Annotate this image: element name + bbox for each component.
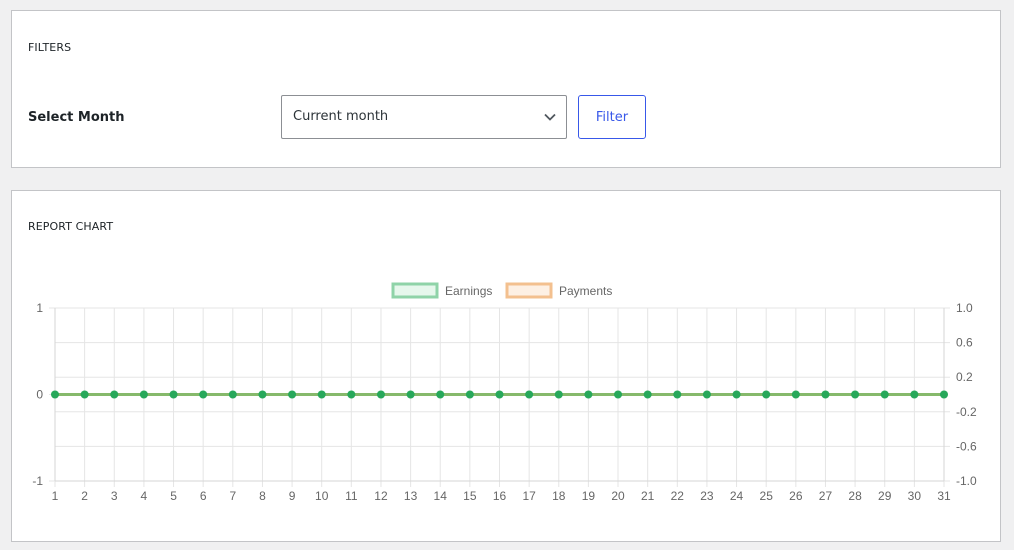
x-tick-label: 1: [52, 489, 59, 503]
select-month-label: Select Month: [28, 110, 125, 125]
earnings-point[interactable]: [554, 390, 563, 399]
earnings-point[interactable]: [465, 390, 474, 399]
x-tick-label: 11: [345, 489, 358, 503]
earnings-point[interactable]: [791, 390, 800, 399]
earnings-point[interactable]: [376, 390, 385, 399]
x-tick-label: 2: [81, 489, 88, 503]
earnings-point[interactable]: [199, 390, 208, 399]
earnings-point[interactable]: [495, 390, 504, 399]
x-tick-label: 5: [170, 489, 177, 503]
earnings-point[interactable]: [258, 390, 267, 399]
earnings-point[interactable]: [406, 390, 415, 399]
report-chart: 10-11.00.60.2-0.2-0.6-1.01 2 3 4 5 6 7 8 9 10 11 12…: [32, 282, 977, 503]
earnings-point[interactable]: [732, 390, 741, 399]
x-tick-label: 15: [463, 489, 477, 503]
y-right-tick-label: 0.2: [956, 370, 973, 384]
earnings-point[interactable]: [169, 390, 178, 399]
earnings-point[interactable]: [110, 390, 119, 399]
y-left-tick-label: 1: [36, 301, 43, 315]
x-tick-label: 16: [493, 489, 507, 503]
y-right-tick-label: 0.6: [956, 336, 973, 350]
chevron-down-icon: [544, 113, 556, 121]
earnings-point[interactable]: [525, 390, 534, 399]
x-tick-label: 26: [789, 489, 803, 503]
earnings-point[interactable]: [347, 390, 356, 399]
earnings-point[interactable]: [821, 390, 830, 399]
legend-item-earnings[interactable]: Earnings: [391, 282, 492, 299]
earnings-point[interactable]: [702, 390, 711, 399]
earnings-point[interactable]: [51, 390, 59, 399]
month-select-value: Current month: [293, 109, 389, 124]
x-tick-label: 30: [908, 489, 922, 503]
x-tick-label: 6: [200, 489, 207, 503]
earnings-point[interactable]: [643, 390, 652, 399]
x-tick-label: 28: [848, 489, 862, 503]
earnings-point[interactable]: [880, 390, 889, 399]
earnings-point[interactable]: [228, 390, 237, 399]
legend-swatch-payments: [505, 282, 553, 299]
x-tick-label: 3: [111, 489, 118, 503]
x-tick-label: 10: [315, 489, 329, 503]
y-right-tick-label: -0.2: [956, 405, 977, 419]
earnings-point[interactable]: [436, 390, 445, 399]
earnings-point[interactable]: [910, 390, 919, 399]
x-tick-label: 13: [404, 489, 418, 503]
earnings-point[interactable]: [940, 390, 948, 399]
x-tick-label: 27: [819, 489, 833, 503]
report-chart-panel: REPORT CHART 1 0 -1 1.0 0.6 0.2 -0.2 -0.6 -1.0 1 2…: [11, 190, 1001, 542]
earnings-point[interactable]: [288, 390, 297, 399]
x-tick-label: 17: [522, 489, 536, 503]
x-tick-label: 18: [552, 489, 566, 503]
x-tick-label: 24: [730, 489, 744, 503]
y-right-tick-label: 1.0: [956, 301, 973, 315]
legend-item-payments[interactable]: Payments: [505, 282, 612, 299]
x-tick-label: 31: [937, 489, 951, 503]
x-tick-label: 19: [582, 489, 596, 503]
series: [51, 390, 948, 399]
filter-button[interactable]: Filter: [578, 95, 646, 139]
x-tick-label: 14: [434, 489, 448, 503]
x-tick-label: 8: [259, 489, 266, 503]
legend-label-payments: Payments: [559, 284, 612, 298]
filters-title: FILTERS: [28, 41, 72, 54]
legend-swatch-earnings: [391, 282, 439, 299]
earnings-point[interactable]: [584, 390, 593, 399]
y-right-tick-label: -0.6: [956, 439, 977, 453]
earnings-point[interactable]: [851, 390, 860, 399]
earnings-point[interactable]: [139, 390, 148, 399]
filters-panel: FILTERS Select Month Current month Filte…: [11, 10, 1001, 168]
x-tick-label: 29: [878, 489, 892, 503]
x-tick-label: 21: [641, 489, 655, 503]
x-tick-label: 20: [611, 489, 625, 503]
legend-label-earnings: Earnings: [445, 284, 492, 298]
earnings-point[interactable]: [762, 390, 771, 399]
earnings-point[interactable]: [614, 390, 623, 399]
earnings-point[interactable]: [317, 390, 326, 399]
y-left-tick-label: -1: [32, 474, 43, 488]
earnings-point[interactable]: [673, 390, 682, 399]
x-tick-label: 23: [700, 489, 714, 503]
x-tick-label: 7: [229, 489, 236, 503]
month-select[interactable]: Current month: [281, 95, 567, 139]
y-right-tick-label: -1.0: [956, 474, 977, 488]
y-left-tick-label: 0: [36, 388, 43, 402]
x-tick-label: 9: [289, 489, 296, 503]
x-tick-label: 25: [760, 489, 774, 503]
x-tick-label: 22: [671, 489, 685, 503]
x-tick-label: 12: [374, 489, 388, 503]
x-tick-label: 4: [141, 489, 148, 503]
legend[interactable]: Earnings Payments: [391, 282, 612, 299]
earnings-point[interactable]: [80, 390, 89, 399]
